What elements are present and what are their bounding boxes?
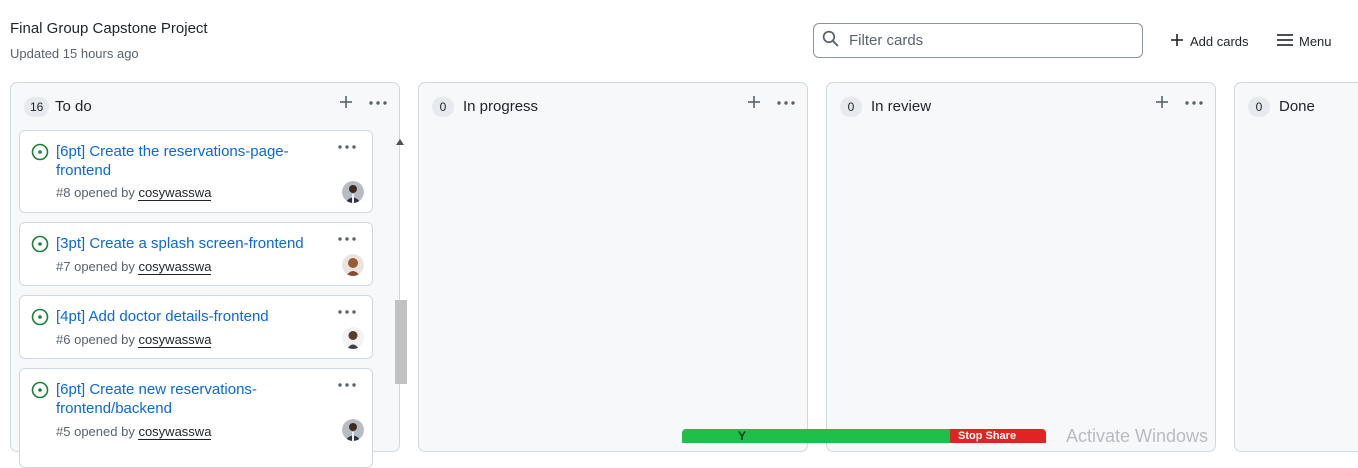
issue-card[interactable]: [6pt] Create the reservations-page-front… <box>19 130 373 213</box>
add-card-button[interactable] <box>1155 95 1169 114</box>
add-card-button[interactable] <box>747 95 761 114</box>
issue-meta: #7 opened by cosywasswa <box>56 259 212 275</box>
avatar[interactable] <box>342 419 364 441</box>
issue-card[interactable]: [3pt] Create a splash screen-frontend #7… <box>19 222 373 286</box>
add-cards-label: Add cards <box>1190 33 1249 49</box>
card-options-button[interactable] <box>338 140 356 158</box>
column-in-review: 0 In review <box>826 82 1216 452</box>
scroll-up-arrow-icon[interactable] <box>396 132 404 150</box>
stop-share-button[interactable]: Stop Share <box>950 429 1046 443</box>
plus-icon <box>1170 33 1184 50</box>
column-title: In progress <box>463 98 539 115</box>
menu-button[interactable]: Menu <box>1277 30 1332 52</box>
issue-opened-icon <box>31 381 49 404</box>
issue-number: #6 <box>56 332 71 347</box>
filter-cards-input[interactable] <box>847 31 1127 50</box>
author-link[interactable]: cosywasswa <box>138 332 212 348</box>
project-title: Final Group Capstone Project <box>10 20 208 37</box>
kebab-icon <box>777 101 795 105</box>
kebab-icon <box>338 383 356 387</box>
hamburger-icon <box>1277 33 1293 50</box>
add-cards-button[interactable]: Add cards <box>1170 30 1249 52</box>
kebab-icon <box>338 145 356 149</box>
project-header: Final Group Capstone Project Updated 15 … <box>0 0 1358 78</box>
plus-icon <box>1156 96 1168 108</box>
avatar[interactable] <box>342 327 364 349</box>
column-in-progress: 0 In progress <box>418 82 808 452</box>
opened-by-text: opened by <box>74 424 135 439</box>
card-list-scrollbar[interactable] <box>393 130 407 450</box>
issue-card[interactable]: [4pt] Add doctor details-frontend #6 ope… <box>19 295 373 359</box>
opened-by-text: opened by <box>74 259 135 274</box>
issue-opened-icon <box>31 235 49 258</box>
issue-opened-icon <box>31 308 49 331</box>
issue-number: #7 <box>56 259 71 274</box>
kebab-icon <box>369 101 387 105</box>
author-link[interactable]: cosywasswa <box>138 259 212 275</box>
kebab-icon <box>338 237 356 241</box>
scroll-thumb[interactable] <box>395 300 407 384</box>
issue-opened-icon <box>31 143 49 166</box>
issue-meta: #8 opened by cosywasswa <box>56 185 212 201</box>
column-to-do: 16 To do [6pt] Create the reservations-p… <box>10 82 407 468</box>
column-header: 0 In progress <box>419 83 807 129</box>
column-header: 0 Done <box>1235 83 1358 129</box>
add-card-button[interactable] <box>339 95 353 114</box>
stop-share-label: Stop Share <box>958 430 1017 442</box>
author-link[interactable]: cosywasswa <box>138 185 212 201</box>
issue-title-link[interactable]: [6pt] Create new reservations-frontend/b… <box>56 380 286 418</box>
kebab-icon <box>338 310 356 314</box>
author-link[interactable]: cosywasswa <box>138 424 212 440</box>
screen-share-bar[interactable]: Y <box>682 429 950 443</box>
plus-icon <box>748 96 760 108</box>
activate-windows-watermark: Activate Windows <box>1066 426 1209 446</box>
project-updated-time: Updated 15 hours ago <box>10 46 139 61</box>
search-icon <box>822 30 839 52</box>
column-count: 0 <box>840 97 862 117</box>
issue-meta: #5 opened by cosywasswa <box>56 424 212 440</box>
column-options-button[interactable] <box>369 96 387 114</box>
card-options-button[interactable] <box>338 305 356 323</box>
column-count: 16 <box>24 97 50 117</box>
column-header: 16 To do <box>11 83 399 129</box>
opened-by-text: opened by <box>74 332 135 347</box>
column-done: 0 Done <box>1234 82 1358 452</box>
column-options-button[interactable] <box>777 96 795 114</box>
column-title: Done <box>1279 98 1315 115</box>
issue-meta: #6 opened by cosywasswa <box>56 332 212 348</box>
column-title: To do <box>55 98 92 115</box>
plus-icon <box>340 96 352 108</box>
issue-title-link[interactable]: [4pt] Add doctor details-frontend <box>56 307 356 326</box>
avatar[interactable] <box>342 181 364 203</box>
issue-number: #8 <box>56 185 71 200</box>
issue-card[interactable]: [6pt] Create new reservations-frontend/b… <box>19 368 373 468</box>
column-title: In review <box>871 98 932 115</box>
issue-title-link[interactable]: [3pt] Create a splash screen-frontend <box>56 234 356 253</box>
column-count: 0 <box>1248 97 1270 117</box>
column-options-button[interactable] <box>1185 96 1203 114</box>
issue-title-link[interactable]: [6pt] Create the reservations-page-front… <box>56 142 316 180</box>
column-header: 0 In review <box>827 83 1215 129</box>
issue-number: #5 <box>56 424 71 439</box>
column-count: 0 <box>432 97 454 117</box>
avatar[interactable] <box>342 254 364 276</box>
menu-label: Menu <box>1299 33 1332 49</box>
card-options-button[interactable] <box>338 232 356 250</box>
card-options-button[interactable] <box>338 378 356 396</box>
opened-by-text: opened by <box>74 185 135 200</box>
kebab-icon <box>1185 101 1203 105</box>
filter-cards-box[interactable] <box>813 23 1143 58</box>
